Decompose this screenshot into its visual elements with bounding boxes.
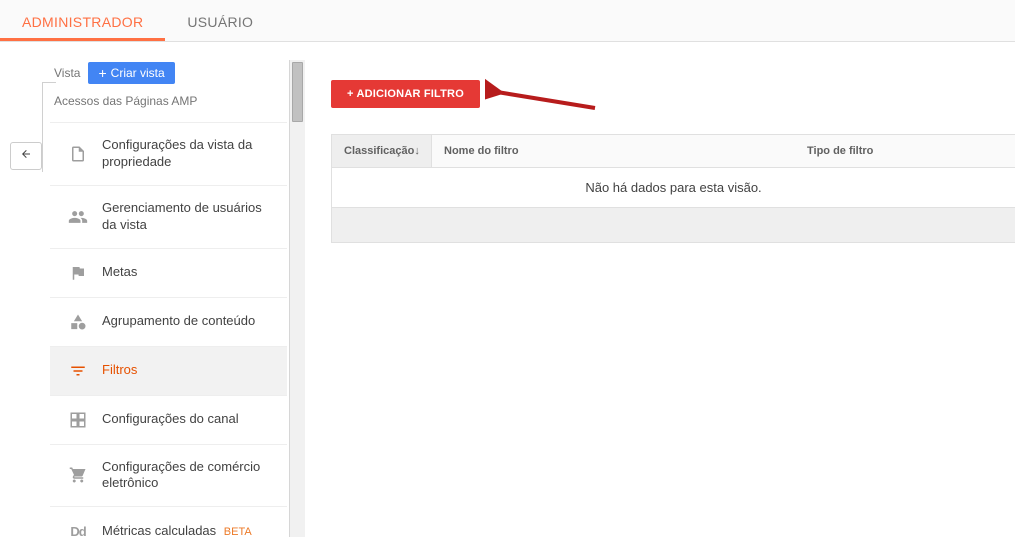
cart-icon [68,465,88,485]
filters-table: Classificação ↓ Nome do filtro Tipo de f… [331,134,1015,243]
sidebar-item-label: Configurações do canal [102,411,239,428]
vista-label: Vista [54,66,80,80]
sidebar: Vista + Criar vista Acessos das Páginas … [50,42,305,537]
view-name: Acessos das Páginas AMP [54,94,287,108]
column-filter-type[interactable]: Tipo de filtro [795,135,1015,167]
annotation-arrow [485,78,605,121]
grouping-icon [68,312,88,332]
create-vista-label: Criar vista [111,66,165,80]
vista-header: Vista + Criar vista [54,62,287,84]
collapse-column [0,42,50,537]
column-filter-name[interactable]: Nome do filtro [432,135,795,167]
table-empty-message: Não há dados para esta visão. [332,168,1015,208]
tree-connector-v [42,82,43,172]
sidebar-item-channel-settings[interactable]: Configurações do canal [50,395,287,444]
add-filter-button[interactable]: + ADICIONAR FILTRO [331,80,480,108]
create-vista-button[interactable]: + Criar vista [88,62,174,84]
tab-admin[interactable]: ADMINISTRADOR [0,0,165,41]
scrollbar[interactable] [289,60,305,537]
sidebar-item-goals[interactable]: Metas [50,248,287,297]
channel-icon [68,410,88,430]
sidebar-item-calculated-metrics[interactable]: Dd Métricas calculadas BETA [50,506,287,537]
table-header-row: Classificação ↓ Nome do filtro Tipo de f… [332,135,1015,168]
column-classification-label: Classificação [344,145,414,157]
sidebar-item-label: Gerenciamento de usuários da vista [102,200,277,234]
sidebar-item-content-grouping[interactable]: Agrupamento de conteúdo [50,297,287,346]
filter-icon [68,361,88,381]
sidebar-item-label: Configurações da vista da propriedade [102,137,277,171]
nav-list: Configurações da vista da propriedade Ge… [50,122,287,537]
sidebar-item-label: Configurações de comércio eletrônico [102,459,277,493]
main-area: Vista + Criar vista Acessos das Páginas … [0,42,1015,537]
column-classification[interactable]: Classificação ↓ [332,135,432,167]
sidebar-item-label: Agrupamento de conteúdo [102,313,255,330]
sidebar-item-filters[interactable]: Filtros [50,346,287,395]
metrics-icon: Dd [68,521,88,537]
sidebar-item-label: Métricas calculadas BETA [102,523,252,537]
sidebar-item-user-management[interactable]: Gerenciamento de usuários da vista [50,185,287,248]
users-icon [68,207,88,227]
sidebar-item-ecommerce-settings[interactable]: Configurações de comércio eletrônico [50,444,287,507]
tab-user[interactable]: USUÁRIO [165,0,275,41]
content-area: + ADICIONAR FILTRO Classificação ↓ Nome … [305,42,1015,537]
beta-badge: BETA [224,526,252,537]
sidebar-item-label: Metas [102,264,137,281]
arrow-left-icon [18,147,34,165]
document-icon [68,144,88,164]
top-tabs: ADMINISTRADOR USUÁRIO [0,0,1015,42]
plus-icon: + [98,66,106,80]
collapse-button[interactable] [10,142,42,170]
sidebar-item-label: Filtros [102,362,137,379]
flag-icon [68,263,88,283]
sidebar-item-view-settings[interactable]: Configurações da vista da propriedade [50,122,287,185]
sort-arrow-down-icon: ↓ [414,145,420,157]
scrollbar-thumb[interactable] [292,62,303,122]
table-footer [332,208,1015,242]
